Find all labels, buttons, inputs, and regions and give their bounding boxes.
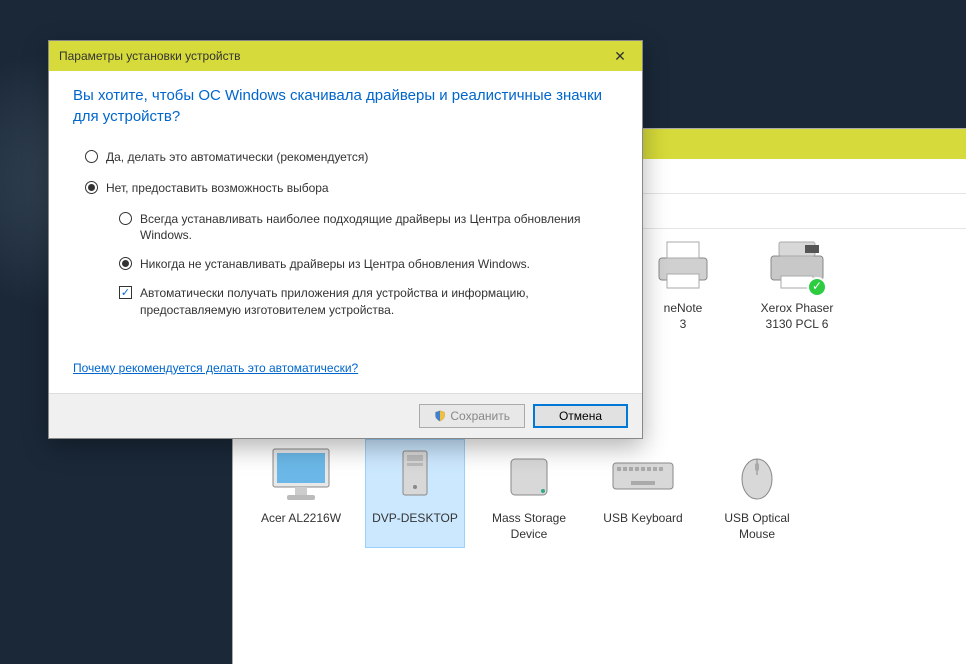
device-label: DVP-DESKTOP: [372, 511, 458, 527]
radio-sub-always[interactable]: Всегда устанавливать наиболее подходящие…: [85, 211, 618, 245]
radio-sub-never[interactable]: Никогда не устанавливать драйверы из Цен…: [85, 256, 618, 273]
dialog-heading: Вы хотите, чтобы ОС Windows скачивала др…: [73, 85, 618, 127]
radio-label: Да, делать это автоматически (рекомендуе…: [106, 149, 368, 166]
close-button[interactable]: ✕: [608, 44, 632, 68]
radio-icon: [119, 257, 132, 270]
radio-icon: [85, 150, 98, 163]
device-label: USB Keyboard: [603, 511, 682, 527]
default-badge-icon: ✓: [807, 277, 827, 297]
device-label: Acer AL2216W: [261, 511, 341, 527]
device-label: neNote 3: [664, 301, 703, 332]
radio-label: Никогда не устанавливать драйверы из Цен…: [140, 256, 530, 273]
radio-icon: [85, 181, 98, 194]
device-onenote[interactable]: neNote 3: [633, 229, 733, 338]
device-label: Xerox Phaser 3130 PCL 6: [753, 301, 841, 332]
cancel-button[interactable]: Отмена: [533, 404, 628, 428]
dialog-titlebar[interactable]: Параметры установки устройств ✕: [49, 41, 642, 71]
device-acer[interactable]: Acer AL2216W: [251, 439, 351, 548]
radio-icon: [119, 212, 132, 225]
computer-icon: [379, 445, 451, 505]
printer-icon: [647, 235, 719, 295]
dialog-footer: Сохранить Отмена: [49, 393, 642, 438]
drive-icon: [493, 445, 565, 505]
save-button[interactable]: Сохранить: [419, 404, 525, 428]
shield-icon: [434, 410, 446, 422]
keyboard-icon: [607, 445, 679, 505]
monitor-icon: [265, 445, 337, 505]
checkbox-auto-apps[interactable]: ✓ Автоматически получать приложения для …: [85, 285, 618, 319]
help-link[interactable]: Почему рекомендуется делать это автомати…: [73, 361, 358, 375]
radio-label: Всегда устанавливать наиболее подходящие…: [140, 211, 618, 245]
dialog-title: Параметры установки устройств: [59, 49, 240, 63]
radio-auto[interactable]: Да, делать это автоматически (рекомендуе…: [85, 149, 618, 166]
close-icon: ✕: [614, 48, 626, 65]
printer-icon: ✓: [761, 235, 833, 295]
device-mass-storage[interactable]: Mass Storage Device: [479, 439, 579, 548]
device-label: Mass Storage Device: [485, 511, 573, 542]
device-xerox[interactable]: ✓ Xerox Phaser 3130 PCL 6: [747, 229, 847, 338]
device-dvp[interactable]: DVP-DESKTOP: [365, 439, 465, 548]
device-label: USB Optical Mouse: [713, 511, 801, 542]
device-keyboard[interactable]: USB Keyboard: [593, 439, 693, 548]
radio-choice[interactable]: Нет, предоставить возможность выбора: [85, 180, 618, 197]
device-mouse[interactable]: USB Optical Mouse: [707, 439, 807, 548]
radio-label: Нет, предоставить возможность выбора: [106, 180, 329, 197]
device-install-settings-dialog: Параметры установки устройств ✕ Вы хотит…: [48, 40, 643, 439]
checkbox-icon: ✓: [119, 286, 132, 299]
checkbox-label: Автоматически получать приложения для ус…: [140, 285, 618, 319]
mouse-icon: [721, 445, 793, 505]
